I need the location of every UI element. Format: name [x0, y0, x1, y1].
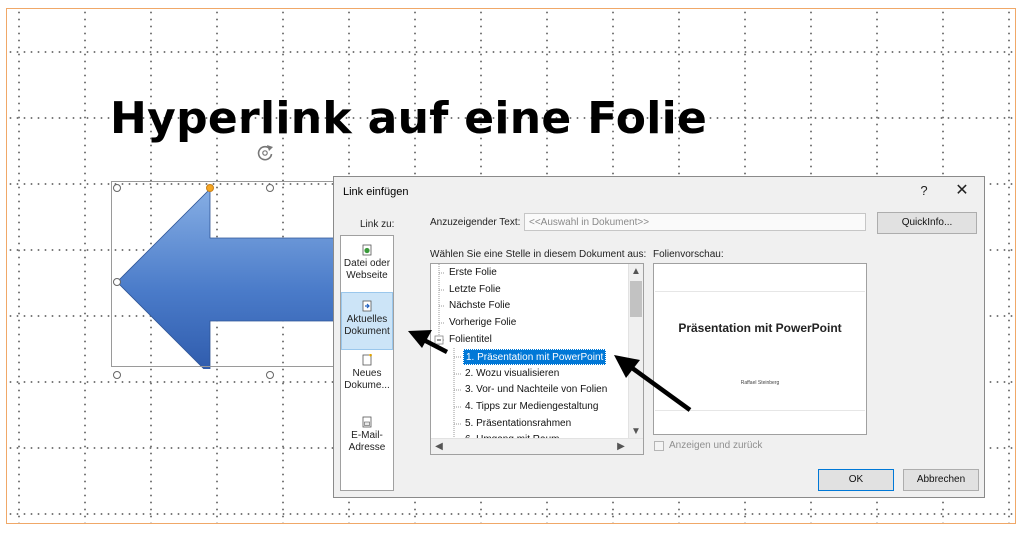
preview-slide-title: Präsentation mit PowerPoint: [678, 321, 842, 335]
tree-item-slide-4[interactable]: 4. Tipps zur Mediengestaltung: [465, 399, 598, 415]
tree-item-next-slide[interactable]: Nächste Folie: [449, 298, 510, 314]
file-web-icon: [362, 244, 372, 256]
display-text-label: Anzuzeigender Text:: [430, 217, 521, 228]
preview-slide-author: Raffael Steinberg: [740, 380, 780, 386]
close-button[interactable]: ✕: [950, 181, 974, 201]
link-zu-file-web-line2: Webseite: [346, 270, 388, 281]
resize-handle-top[interactable]: [266, 184, 274, 192]
slide-preview-thumbnail: Präsentation mit PowerPoint Raffael Stei…: [655, 291, 865, 411]
tree-item-last-slide[interactable]: Letzte Folie: [449, 282, 501, 298]
link-zu-current-document[interactable]: Aktuelles Dokument: [341, 292, 393, 350]
tree-item-slide-2[interactable]: 2. Wozu visualisieren: [465, 366, 559, 382]
resize-handle-bottom[interactable]: [266, 371, 274, 379]
tree-scroll-thumb[interactable]: [630, 281, 642, 317]
quickinfo-button[interactable]: QuickInfo...: [877, 212, 977, 234]
tree-vertical-scrollbar[interactable]: ▲ ▼: [628, 264, 643, 439]
scroll-left-icon[interactable]: ◀: [432, 439, 446, 454]
show-and-return-label: Anzeigen und zurück: [669, 440, 763, 451]
link-zu-email-line1: E-Mail-Adresse: [348, 430, 386, 453]
current-document-icon: [362, 300, 372, 312]
scroll-down-icon[interactable]: ▼: [629, 424, 643, 439]
link-zu-file-web[interactable]: Datei oder Webseite: [341, 244, 393, 290]
tree-item-previous-slide[interactable]: Vorherige Folie: [449, 315, 516, 331]
link-zu-email[interactable]: E-Mail-Adresse: [341, 416, 393, 462]
insert-link-dialog: Link einfügen ? ✕ Link zu: Datei oder We…: [333, 176, 985, 498]
cancel-button[interactable]: Abbrechen: [903, 469, 979, 491]
link-zu-current-document-line2: Dokument: [344, 326, 390, 337]
tree-item-first-slide[interactable]: Erste Folie: [449, 265, 497, 281]
scroll-right-icon[interactable]: ▶: [614, 439, 628, 454]
link-zu-new-document-line2: Dokume...: [344, 380, 390, 391]
help-button[interactable]: ?: [914, 181, 934, 201]
ok-button[interactable]: OK: [818, 469, 894, 491]
show-and-return-checkbox[interactable]: [654, 441, 664, 451]
tree-item-slide-titles[interactable]: Folientitel: [449, 332, 492, 348]
resize-handle-bottom-left[interactable]: [113, 371, 121, 379]
email-icon: [362, 416, 372, 428]
link-zu-label: Link zu:: [360, 219, 395, 230]
resize-handle-left[interactable]: [113, 278, 121, 286]
link-zu-new-document-line1: Neues: [352, 368, 382, 379]
link-zu-new-document[interactable]: Neues Dokume...: [341, 354, 393, 400]
tree-item-slide-5[interactable]: 5. Präsentationsrahmen: [465, 416, 571, 432]
document-place-tree: Erste Folie Letzte Folie Nächste Folie V…: [430, 263, 644, 455]
link-zu-panel: Datei oder Webseite Aktuelles Dokument N…: [340, 235, 394, 491]
display-text-input[interactable]: [524, 213, 866, 231]
preview-label: Folienvorschau:: [653, 249, 724, 260]
resize-handle-top-left[interactable]: [113, 184, 121, 192]
tree-item-slide-1[interactable]: 1. Präsentation mit PowerPoint: [463, 349, 607, 365]
slide-title[interactable]: Hyperlink auf eine Folie: [110, 93, 707, 144]
scroll-up-icon[interactable]: ▲: [629, 264, 643, 279]
place-in-document-label: Wählen Sie eine Stelle in diesem Dokumen…: [430, 249, 647, 260]
tree-horizontal-scrollbar[interactable]: ◀ ▶: [431, 438, 643, 454]
rotate-handle-icon[interactable]: [255, 143, 275, 163]
tree-item-slide-3[interactable]: 3. Vor- und Nachteile von Folien: [465, 382, 607, 398]
shape-selection-box: [111, 181, 344, 367]
link-zu-file-web-line1: Datei oder: [343, 258, 391, 269]
adjust-handle[interactable]: [206, 184, 214, 192]
new-document-icon: [362, 354, 372, 366]
link-zu-current-document-line1: Aktuelles: [346, 314, 388, 325]
slide-preview-panel: Präsentation mit PowerPoint Raffael Stei…: [653, 263, 867, 435]
dialog-title: Link einfügen: [343, 186, 409, 198]
